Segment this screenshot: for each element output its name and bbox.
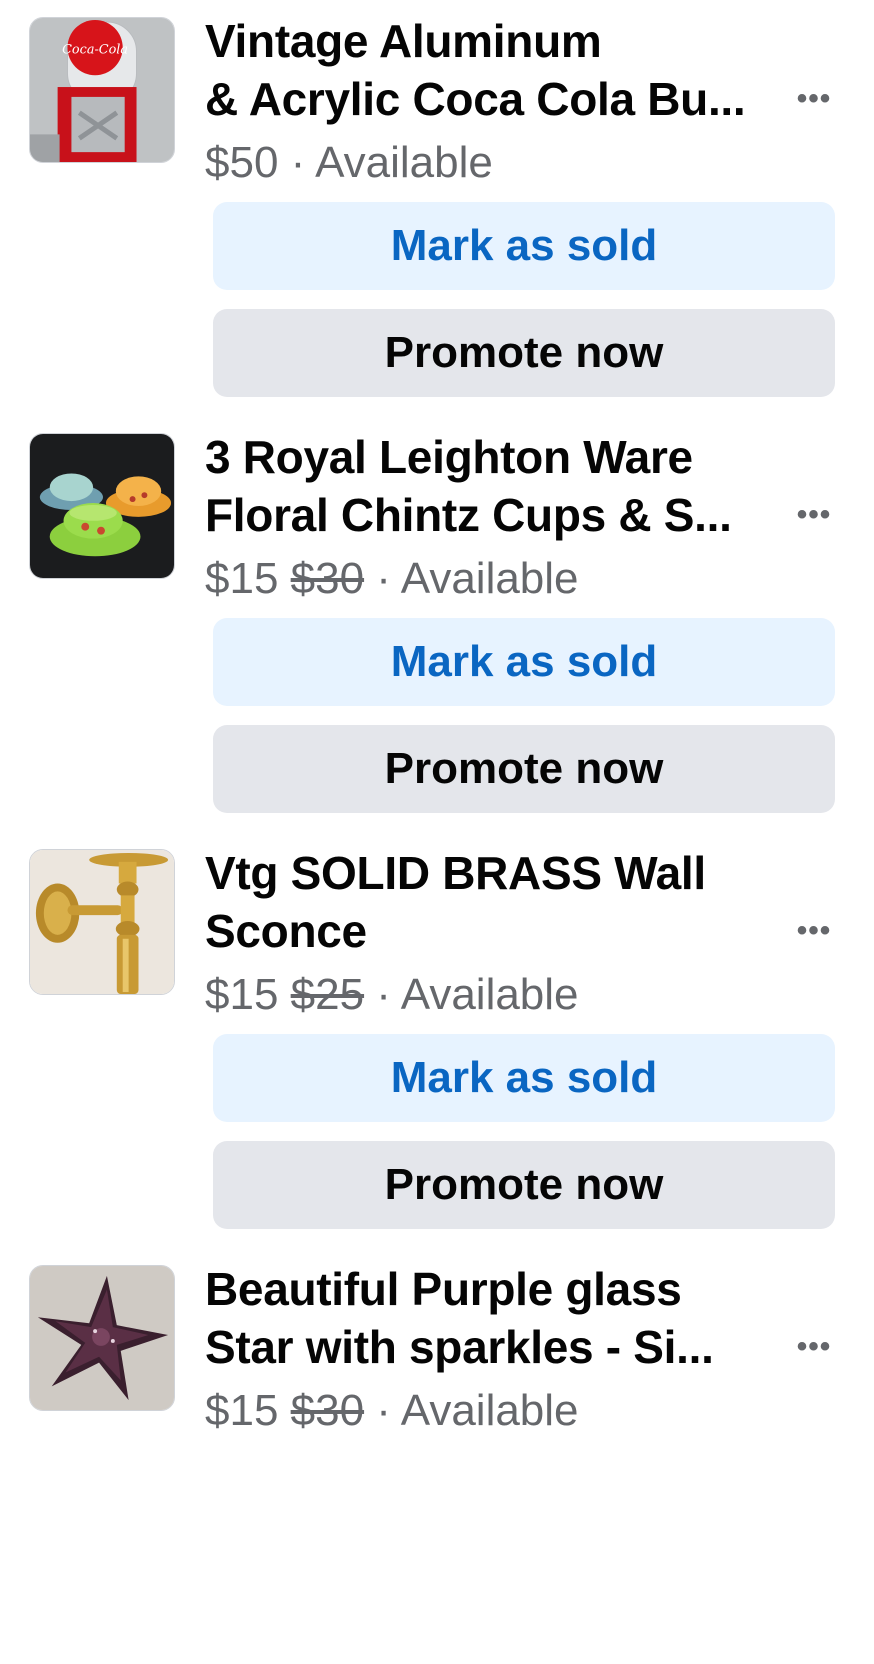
promote-now-button[interactable]: Promote now [213, 1141, 835, 1229]
listing-price-status: $50 · Available [205, 135, 493, 191]
promote-now-button[interactable]: Promote now [213, 309, 835, 397]
price: $15 [205, 554, 279, 603]
price: $15 [205, 970, 279, 1019]
availability-status: Available [315, 138, 493, 187]
separator: · [364, 554, 401, 603]
coca-cola-dispenser-image: Coca-Cola [30, 18, 174, 162]
listing-item[interactable]: Beautiful Purple glass Star with sparkle… [0, 1248, 874, 1664]
original-price: $30 [290, 554, 365, 603]
listing-thumbnail[interactable] [29, 433, 175, 579]
listing-price-status: $15 $25 · Available [205, 967, 579, 1023]
listing-thumbnail[interactable] [29, 1265, 175, 1411]
mark-as-sold-label: Mark as sold [390, 637, 658, 686]
teacups-image [30, 434, 174, 578]
listing-item[interactable]: 3 Royal Leighton Ware Floral Chintz Cups… [0, 416, 874, 832]
original-price: $30 [290, 1386, 365, 1435]
separator: · [364, 970, 401, 1019]
price: $15 [205, 1386, 279, 1435]
svg-text:Coca-Cola: Coca-Cola [62, 43, 128, 58]
separator: · [364, 1386, 401, 1435]
brass-sconce-image [30, 850, 174, 994]
listing-title[interactable]: 3 Royal Leighton Ware Floral Chintz Cups… [205, 428, 765, 544]
more-options-icon[interactable]: ••• [790, 498, 838, 531]
mark-as-sold-button[interactable]: Mark as sold [213, 618, 835, 706]
mark-as-sold-label: Mark as sold [390, 221, 658, 270]
availability-status: Available [400, 554, 579, 603]
availability-status: Available [400, 1386, 579, 1435]
listing-thumbnail[interactable] [29, 849, 175, 995]
availability-status: Available [400, 970, 579, 1019]
promote-now-label: Promote now [384, 1160, 664, 1209]
promote-now-label: Promote now [384, 744, 664, 793]
listing-title[interactable]: Vtg SOLID BRASS Wall Sconce [205, 844, 765, 960]
listing-price-status: $15 $30 · Available [205, 551, 579, 607]
mark-as-sold-button[interactable]: Mark as sold [213, 1034, 835, 1122]
mark-as-sold-button[interactable]: Mark as sold [213, 202, 835, 290]
purple-glass-star-image [30, 1266, 174, 1410]
promote-now-label: Promote now [384, 328, 664, 377]
more-options-icon[interactable]: ••• [790, 1330, 838, 1363]
mark-as-sold-label: Mark as sold [390, 1053, 658, 1102]
more-options-icon[interactable]: ••• [790, 82, 838, 115]
price: $50 [205, 138, 279, 187]
listing-item[interactable]: Coca-Cola Vintage Aluminum & Acrylic Coc… [0, 0, 874, 416]
separator: · [278, 138, 316, 187]
promote-now-button[interactable]: Promote now [213, 725, 835, 813]
listing-thumbnail[interactable]: Coca-Cola [29, 17, 175, 163]
listing-item[interactable]: Vtg SOLID BRASS Wall Sconce ••• $15 $25 … [0, 832, 874, 1248]
listing-title[interactable]: Beautiful Purple glass Star with sparkle… [205, 1260, 765, 1376]
more-options-icon[interactable]: ••• [790, 914, 838, 947]
listing-title[interactable]: Vintage Aluminum & Acrylic Coca Cola Bu.… [205, 12, 765, 128]
original-price: $25 [290, 970, 365, 1019]
listing-price-status: $15 $30 · Available [205, 1383, 579, 1439]
